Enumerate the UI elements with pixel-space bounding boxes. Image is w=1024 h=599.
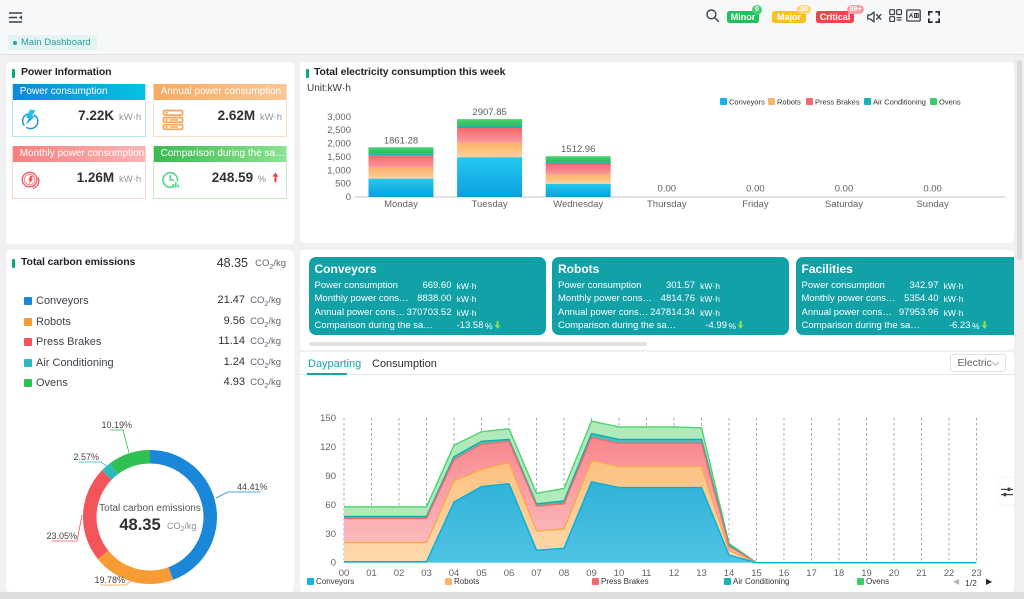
svg-text:Monday: Monday [384, 199, 418, 210]
svg-text:48.35: 48.35 [119, 516, 160, 534]
svg-text:19.78%: 19.78% [94, 575, 125, 585]
svg-text:Sunday: Sunday [916, 199, 948, 210]
svg-text:Ovens: Ovens [939, 98, 961, 107]
svg-text:0: 0 [346, 192, 351, 203]
svg-text:90: 90 [325, 471, 336, 482]
svg-text:Conveyors: Conveyors [729, 98, 765, 107]
svg-text:10.19%: 10.19% [101, 420, 132, 430]
svg-text:1861.28: 1861.28 [384, 135, 418, 146]
svg-text:0.00: 0.00 [746, 184, 765, 195]
svg-text:150: 150 [320, 413, 336, 424]
svg-text:60: 60 [325, 500, 336, 511]
svg-text:2,000: 2,000 [327, 139, 351, 150]
svg-text:Wednesday: Wednesday [553, 199, 603, 210]
svg-text:500: 500 [335, 179, 351, 190]
svg-text:120: 120 [320, 442, 336, 453]
svg-text:Friday: Friday [742, 199, 769, 210]
svg-text:0: 0 [331, 558, 336, 569]
svg-text:1,500: 1,500 [327, 152, 351, 163]
svg-text:Press Brakes: Press Brakes [815, 98, 860, 107]
svg-text:Robots: Robots [777, 98, 801, 107]
svg-text:Thursday: Thursday [647, 199, 687, 210]
svg-text:Total carbon emissions: Total carbon emissions [99, 503, 201, 514]
svg-text:Saturday: Saturday [825, 199, 863, 210]
svg-text:0.00: 0.00 [835, 184, 854, 195]
svg-text:44.41%: 44.41% [237, 482, 268, 492]
svg-text:CO2/kg: CO2/kg [167, 521, 196, 533]
svg-text:0.00: 0.00 [658, 184, 677, 195]
svg-text:2,500: 2,500 [327, 125, 351, 136]
svg-text:1512.96: 1512.96 [561, 144, 595, 155]
svg-text:Air Conditioning: Air Conditioning [873, 98, 926, 107]
svg-text:Tuesday: Tuesday [472, 199, 508, 210]
svg-text:2.57%: 2.57% [73, 452, 99, 462]
svg-text:23.05%: 23.05% [46, 531, 77, 541]
svg-text:30: 30 [325, 529, 336, 540]
svg-text:1,000: 1,000 [327, 165, 351, 176]
svg-text:0.00: 0.00 [923, 184, 942, 195]
svg-text:3,000: 3,000 [327, 112, 351, 123]
svg-text:2907.85: 2907.85 [472, 107, 506, 118]
